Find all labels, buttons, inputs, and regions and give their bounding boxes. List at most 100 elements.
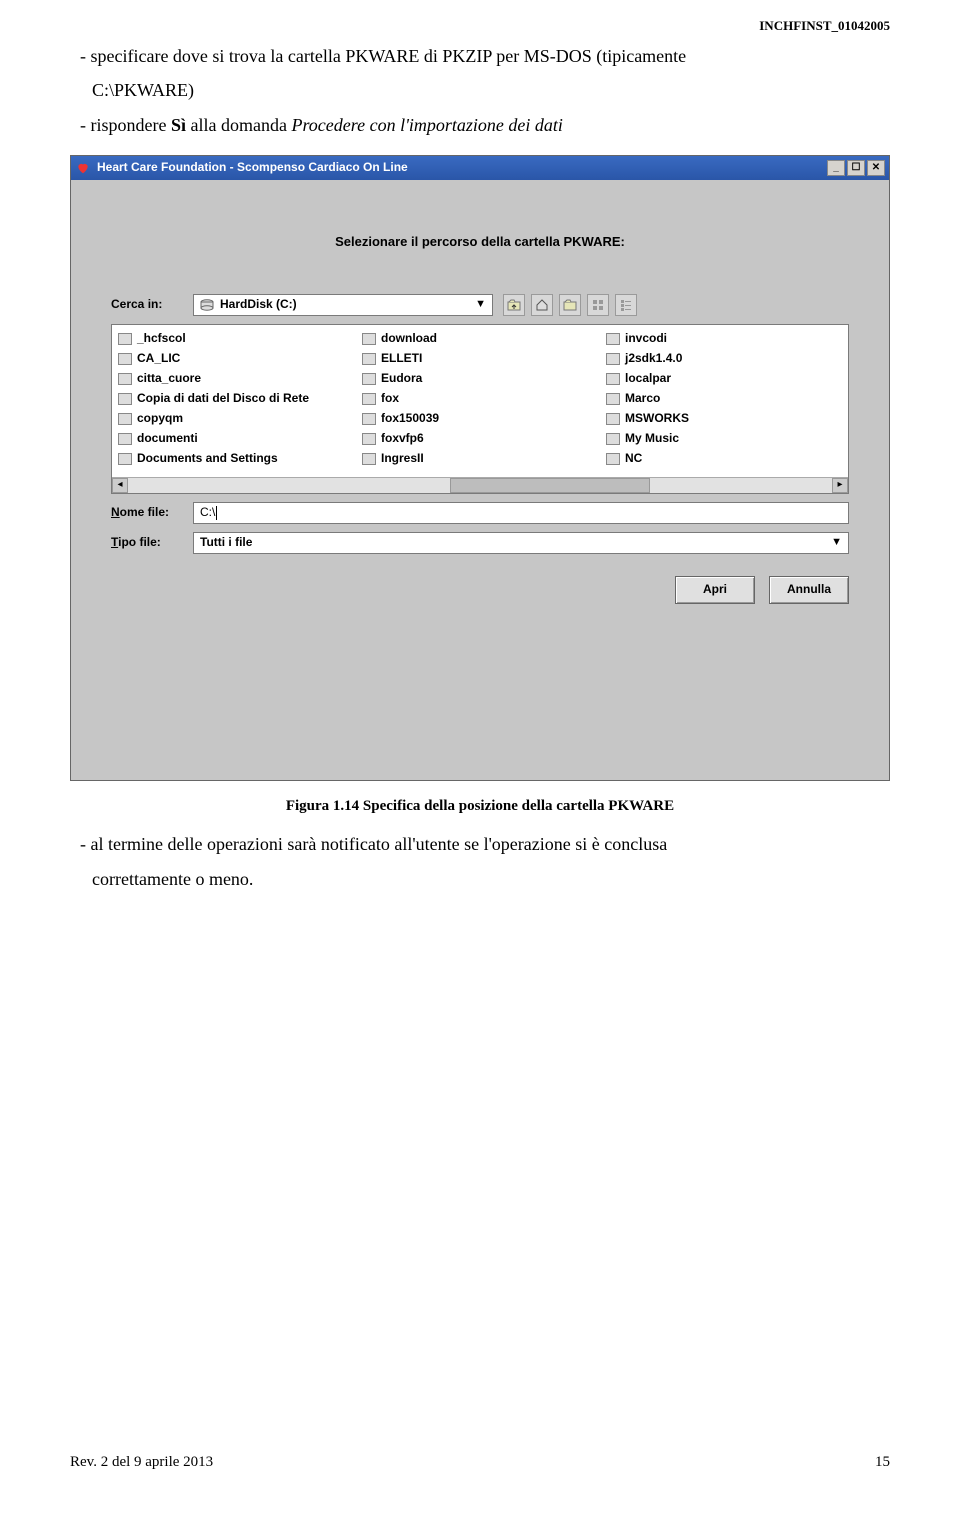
folder-icon (362, 353, 376, 365)
cancel-button[interactable]: Annulla (769, 576, 849, 604)
bullet2-d: Procedere con l'importazione dei dati (291, 115, 562, 135)
filetype-label: Tipo file: (111, 532, 183, 554)
folder-label: download (381, 328, 437, 350)
scroll-left-icon[interactable]: ◂ (112, 478, 128, 493)
details-view-icon[interactable] (615, 294, 637, 316)
maximize-button[interactable]: ☐ (847, 160, 865, 176)
horizontal-scrollbar[interactable]: ◂ ▸ (112, 477, 848, 493)
footer-page-number: 15 (875, 1449, 890, 1476)
folder-icon (118, 433, 132, 445)
close-button[interactable]: ✕ (867, 160, 885, 176)
filetype-value: Tutti i file (200, 532, 252, 554)
bullet2-c: alla domanda (186, 115, 291, 135)
body-text-block: - specificare dove si trova la cartella … (70, 40, 890, 141)
folder-item[interactable]: Eudora (362, 369, 598, 389)
new-folder-icon[interactable] (559, 294, 581, 316)
folder-item[interactable]: fox150039 (362, 409, 598, 429)
file-list[interactable]: _hcfscolCA_LICcitta_cuoreCopia di dati d… (111, 324, 849, 494)
folder-item[interactable]: documenti (118, 429, 354, 449)
folder-item[interactable]: CA_LIC (118, 349, 354, 369)
folder-icon (606, 373, 620, 385)
folder-item[interactable]: ELLETI (362, 349, 598, 369)
folder-label: citta_cuore (137, 368, 201, 390)
list-view-icon[interactable] (587, 294, 609, 316)
folder-icon (118, 333, 132, 345)
folder-label: fox (381, 388, 399, 410)
folder-icon (362, 433, 376, 445)
folder-item[interactable]: localpar (606, 369, 842, 389)
folder-label: copyqm (137, 408, 183, 430)
scrollbar-thumb[interactable] (450, 478, 650, 493)
folder-item[interactable]: Documents and Settings (118, 449, 354, 469)
folder-item[interactable]: citta_cuore (118, 369, 354, 389)
folder-label: IngresII (381, 448, 424, 470)
folder-item[interactable]: copyqm (118, 409, 354, 429)
folder-label: invcodi (625, 328, 667, 350)
folder-item[interactable]: fox (362, 389, 598, 409)
folder-item[interactable]: My Music (606, 429, 842, 449)
folder-item[interactable]: MSWORKS (606, 409, 842, 429)
bullet1-line1: - specificare dove si trova la cartella … (80, 46, 686, 66)
folder-icon (118, 353, 132, 365)
folder-label: NC (625, 448, 642, 470)
heart-icon (75, 160, 91, 176)
folder-label: Eudora (381, 368, 422, 390)
open-button[interactable]: Apri (675, 576, 755, 604)
folder-icon (606, 453, 620, 465)
bullet-2: - rispondere Sì alla domanda Procedere c… (70, 109, 890, 141)
folder-icon (118, 413, 132, 425)
bullet1-line2: C:\PKWARE) (70, 74, 890, 106)
folder-label: foxvfp6 (381, 428, 424, 450)
folder-icon (606, 393, 620, 405)
footer-left: Rev. 2 del 9 aprile 2013 (70, 1449, 213, 1476)
folder-icon (362, 413, 376, 425)
folder-label: Copia di dati del Disco di Rete (137, 388, 309, 410)
folder-item[interactable]: IngresII (362, 449, 598, 469)
folder-label: documenti (137, 428, 198, 450)
up-folder-icon[interactable] (503, 294, 525, 316)
search-in-label: Cerca in: (111, 294, 183, 316)
folder-item[interactable]: Marco (606, 389, 842, 409)
disk-icon (200, 299, 214, 311)
folder-label: CA_LIC (137, 348, 180, 370)
filetype-dropdown[interactable]: Tutti i file ▼ (193, 532, 849, 554)
folder-label: MSWORKS (625, 408, 689, 430)
drive-selected: HardDisk (C:) (220, 294, 297, 316)
home-icon[interactable] (531, 294, 553, 316)
filename-value: C:\ (200, 502, 215, 524)
folder-item[interactable]: NC (606, 449, 842, 469)
folder-item[interactable]: j2sdk1.4.0 (606, 349, 842, 369)
bullet2-b: Sì (171, 115, 186, 135)
folder-label: My Music (625, 428, 679, 450)
folder-item[interactable]: download (362, 329, 598, 349)
folder-icon (606, 353, 620, 365)
folder-icon (118, 453, 132, 465)
drive-dropdown[interactable]: HardDisk (C:) ▼ (193, 294, 493, 316)
filename-input[interactable]: C:\ (193, 502, 849, 524)
folder-item[interactable]: Copia di dati del Disco di Rete (118, 389, 354, 409)
minimize-button[interactable]: _ (827, 160, 845, 176)
dialog-body: Selezionare il percorso della cartella P… (71, 180, 889, 780)
folder-icon (362, 453, 376, 465)
bullet-3: - al termine delle operazioni sarà notif… (70, 828, 890, 860)
folder-icon (118, 393, 132, 405)
bullet2-a: - rispondere (80, 115, 171, 135)
folder-icon (362, 373, 376, 385)
folder-label: j2sdk1.4.0 (625, 348, 682, 370)
folder-icon (362, 393, 376, 405)
chevron-down-icon: ▼ (475, 295, 486, 315)
bullet-1: - specificare dove si trova la cartella … (70, 40, 890, 72)
folder-item[interactable]: _hcfscol (118, 329, 354, 349)
folder-icon (606, 333, 620, 345)
folder-label: localpar (625, 368, 671, 390)
folder-label: Marco (625, 388, 660, 410)
folder-item[interactable]: invcodi (606, 329, 842, 349)
scroll-right-icon[interactable]: ▸ (832, 478, 848, 493)
folder-item[interactable]: foxvfp6 (362, 429, 598, 449)
window-titlebar[interactable]: Heart Care Foundation - Scompenso Cardia… (71, 156, 889, 180)
folder-label: _hcfscol (137, 328, 186, 350)
folder-label: ELLETI (381, 348, 422, 370)
header-doc-id: INCHFINST_01042005 (759, 14, 890, 37)
filename-label: Nome file: (111, 502, 183, 524)
app-window: Heart Care Foundation - Scompenso Cardia… (70, 155, 890, 781)
